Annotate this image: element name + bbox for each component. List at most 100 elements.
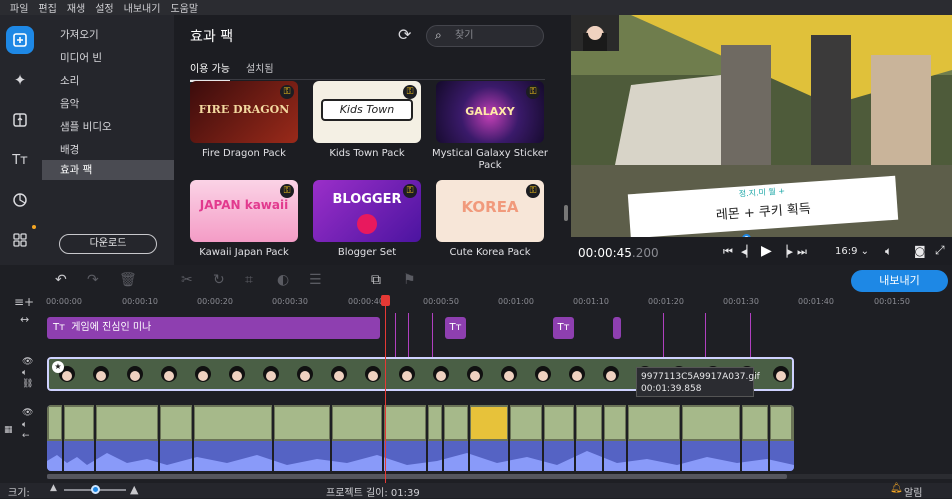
color-adjust-icon[interactable]: ◐ [277,272,289,288]
prev-frame-icon[interactable]: ◂▏ [741,245,755,258]
timeline-scroll-thumb[interactable] [47,474,787,479]
panel-scrollbar[interactable] [564,205,568,221]
next-frame-icon[interactable]: ▕▸ [779,245,793,258]
panel-title: 효과 팩 [190,29,234,45]
import-tool-button[interactable] [6,26,34,54]
ruler-label: 00:00:30 [272,297,308,306]
overlay-icon[interactable]: ⧉ [371,272,381,288]
favorite-star-icon[interactable]: ★ [52,361,64,373]
pack-label-kids-town: Kids Town Pack [329,148,405,159]
more-tools-button[interactable] [6,226,34,254]
title-clip-icon: Tт [53,322,65,333]
title-clip-tiny[interactable] [613,317,621,339]
notification-dot [32,225,36,229]
title-clip-short[interactable]: Tт [553,317,574,339]
tooltip-filename: 9977113C5A9917A037.gif [641,372,760,382]
menu-export[interactable]: 내보내기 [124,0,161,15]
menu-edit[interactable]: 편집 [38,0,56,15]
tool-rail: ✦ Tт [0,15,42,265]
delete-icon[interactable]: 🗑︎ [119,272,137,288]
titles-tool-button[interactable]: Tт [6,146,34,174]
video-clips-strip [47,405,794,471]
play-icon[interactable]: ▶ [761,243,772,259]
pack-thumbnail-mystical-galaxy[interactable]: GALAXY ⚿ [436,81,544,143]
download-button[interactable]: 다운로드 [59,234,157,254]
rotate-icon[interactable]: ↻ [213,272,225,288]
key-icon: ⚿ [280,184,294,198]
search-input[interactable]: ⌕ 찾기 [426,25,544,47]
pack-art-text: FIRE DRAGON [198,103,290,116]
stickers-tool-button[interactable] [6,186,34,214]
playhead-handle[interactable] [381,295,390,306]
menu-settings[interactable]: 설정 [95,0,113,15]
pack-thumbnail-kids-town[interactable]: Kids Town ⚿ [313,81,421,143]
undo-icon[interactable]: ↶ [55,272,67,288]
snapshot-icon[interactable]: ◙ [914,244,926,258]
timeline-scroll-track[interactable] [47,474,952,479]
category-media-bin[interactable]: 미디어 빈 [42,48,174,68]
ruler-label: 00:00:10 [122,297,158,306]
clip-properties-icon[interactable]: ☰ [309,272,322,288]
skip-start-icon[interactable]: ⏮ [723,245,733,259]
bell-icon[interactable]: 🔔︎ [890,483,903,494]
timeline-toolbar: ↶ ↷ 🗑︎ ✂ ↻ ⌗ ◐ ☰ ⧉ ⚑ 내보내기 [0,265,952,295]
pack-art-text: Kids Town [321,99,413,121]
time-ruler[interactable]: 00:00:00 00:00:10 00:00:20 00:00:30 00:0… [42,295,952,311]
ruler-label: 00:00:40 [348,297,384,306]
main-video-track[interactable] [47,405,794,471]
crop-icon[interactable]: ⌗ [245,272,253,288]
title-clip-short[interactable]: Tт [445,317,466,339]
ruler-label: 00:00:50 [423,297,459,306]
key-icon: ⚿ [526,184,540,198]
magic-wand-icon: ✦ [13,71,27,89]
transitions-tool-button[interactable] [6,106,34,134]
skip-end-icon[interactable]: ⏭ [797,245,807,259]
aspect-ratio-select[interactable]: 16:9 ⌄ [835,246,869,257]
title-clip[interactable]: Tт 게임에 진심인 미나 [47,317,380,339]
pack-thumbnail-cute-korea[interactable]: KOREA ⚿ [436,180,544,242]
ruler-label: 00:01:00 [498,297,534,306]
volume-icon[interactable]: 🔈︎ [885,244,892,259]
menu-file[interactable]: 파일 [10,0,28,15]
title-marker [408,313,409,358]
category-sample-video[interactable]: 샘플 비디오 [42,117,174,137]
ruler-label: 00:00:00 [46,297,82,306]
fullscreen-icon[interactable]: ⤢ [935,243,945,258]
redo-icon[interactable]: ↷ [87,272,99,288]
menu-help[interactable]: 도움말 [170,0,198,15]
magic-tool-button[interactable]: ✦ [6,66,34,94]
category-effect-packs[interactable]: 효과 팩 [42,160,174,180]
track-lock-icon[interactable]: ▦ [4,425,46,435]
zoom-slider[interactable] [64,485,126,494]
export-button[interactable]: 내보내기 [851,270,948,292]
pack-thumbnail-blogger-set[interactable]: BLOGGER ⚿ [313,180,421,242]
title-marker [432,313,433,358]
title-marker [395,313,396,358]
refresh-icon[interactable]: ⟳ [398,25,411,44]
transitions-icon [13,113,27,127]
cut-icon[interactable]: ✂ [181,272,193,288]
category-background[interactable]: 배경 [42,140,174,160]
ruler-label: 00:01:40 [798,297,834,306]
timecode-ms: .200 [631,246,659,260]
clip-tooltip: 9977113C5A9917A037.gif 00:01:39.858 [636,367,760,397]
category-import[interactable]: 가져오기 [42,25,174,45]
zoom-out-icon[interactable]: ▲ [50,483,57,493]
zoom-slider-handle[interactable] [91,485,100,494]
marker-flag-icon[interactable]: ⚑ [403,272,416,288]
import-icon [13,33,27,47]
zoom-in-icon[interactable]: ▲ [130,483,138,496]
title-marker [705,313,706,358]
preview-player: 정.지.미 월 + 레몬 + 쿠키 획득 00:00:45.200 ⏮ ◂▏ ▶… [571,15,952,265]
search-placeholder: 찾기 [455,30,474,41]
title-marker [663,313,664,358]
category-music[interactable]: 음악 [42,94,174,114]
category-sound[interactable]: 소리 [42,71,174,91]
pack-thumbnail-fire-dragon[interactable]: FIRE DRAGON ⚿ [190,81,298,143]
timeline-area: ↶ ↷ 🗑︎ ✂ ↻ ⌗ ◐ ☰ ⧉ ⚑ 내보내기 ≡+ ↔ 00:00:00 … [0,265,952,483]
sticker-icon [13,193,27,207]
notifications-label[interactable]: 알림 [904,484,922,499]
size-label: 크기: [8,488,30,499]
pack-thumbnail-kawaii-japan[interactable]: JAPAN kawaii ⚿ [190,180,298,242]
menu-playback[interactable]: 재생 [67,0,85,15]
